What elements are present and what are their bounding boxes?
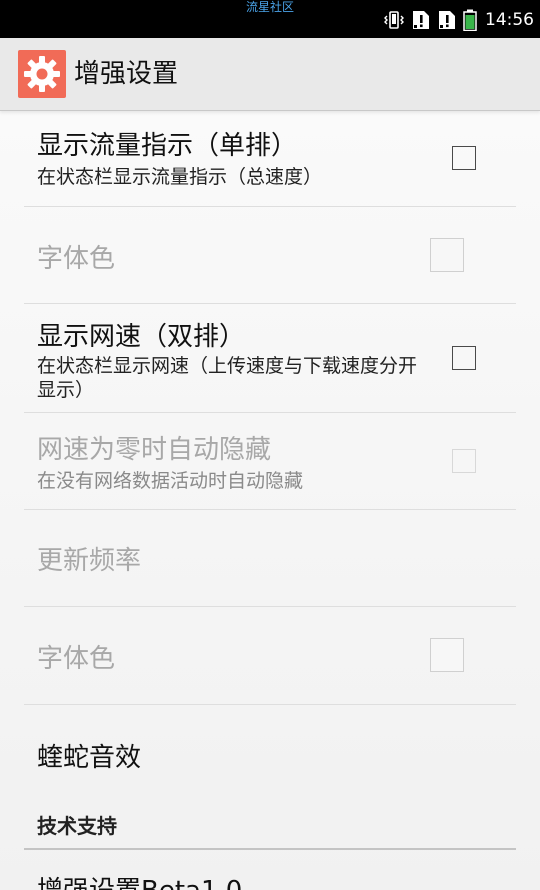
pref-version[interactable]: 增强设置Beta1.0	[24, 850, 516, 890]
auto-hide-zero-checkbox[interactable]	[452, 449, 476, 473]
pref-title: 增强设置Beta1.0	[37, 870, 242, 890]
font-color-swatch-2[interactable]	[430, 638, 464, 672]
pref-auto-hide-zero[interactable]: 网速为零时自动隐藏 在没有网络数据活动时自动隐藏	[24, 413, 516, 510]
page-title: 增强设置	[74, 59, 179, 89]
traffic-single-row-checkbox[interactable]	[452, 146, 476, 170]
pref-title: 网速为零时自动隐藏	[37, 435, 272, 465]
status-icons: 14:56	[383, 9, 534, 31]
pref-font-color-2[interactable]: 字体色	[24, 607, 516, 705]
pref-summary: 在没有网络数据活动时自动隐藏	[37, 470, 304, 492]
action-bar: 增强设置	[0, 38, 540, 111]
preference-list: 显示流量指示（单排） 在状态栏显示流量指示（总速度） 字体色 显示网速（双排） …	[0, 111, 540, 890]
pref-title: 字体色	[37, 644, 116, 674]
status-bar: 流星社区 14:56	[0, 0, 540, 38]
vibrate-icon	[384, 11, 404, 29]
pref-title: 显示网速（双排）	[37, 322, 246, 352]
battery-icon	[463, 9, 477, 31]
pref-title: 字体色	[37, 244, 116, 274]
app-icon[interactable]	[18, 50, 66, 98]
pref-traffic-single-row[interactable]: 显示流量指示（单排） 在状态栏显示流量指示（总速度）	[24, 111, 516, 207]
net-speed-double-row-checkbox[interactable]	[452, 346, 476, 370]
clock: 14:56	[485, 10, 534, 30]
gear-icon	[24, 56, 60, 92]
sim2-no-signal-icon	[439, 11, 455, 29]
pref-title: 蝰蛇音效	[37, 743, 142, 773]
pref-viper-audio[interactable]: 蝰蛇音效	[24, 705, 516, 803]
sim1-no-signal-icon	[413, 11, 429, 29]
category-title: 技术支持	[37, 814, 117, 838]
pref-summary: 在状态栏显示流量指示（总速度）	[37, 166, 323, 188]
font-color-swatch-1[interactable]	[430, 238, 464, 272]
category-tech-support: 技术支持	[24, 803, 516, 850]
pref-net-speed-double-row[interactable]: 显示网速（双排） 在状态栏显示网速（上传速度与下载速度分开显示）	[24, 304, 516, 413]
pref-summary: 在状态栏显示网速（上传速度与下载速度分开显示）	[37, 355, 418, 401]
pref-title: 显示流量指示（单排）	[37, 131, 298, 161]
pref-update-frequency[interactable]: 更新频率	[24, 510, 516, 607]
pref-title: 更新频率	[37, 546, 142, 576]
pref-font-color-1[interactable]: 字体色	[24, 207, 516, 304]
